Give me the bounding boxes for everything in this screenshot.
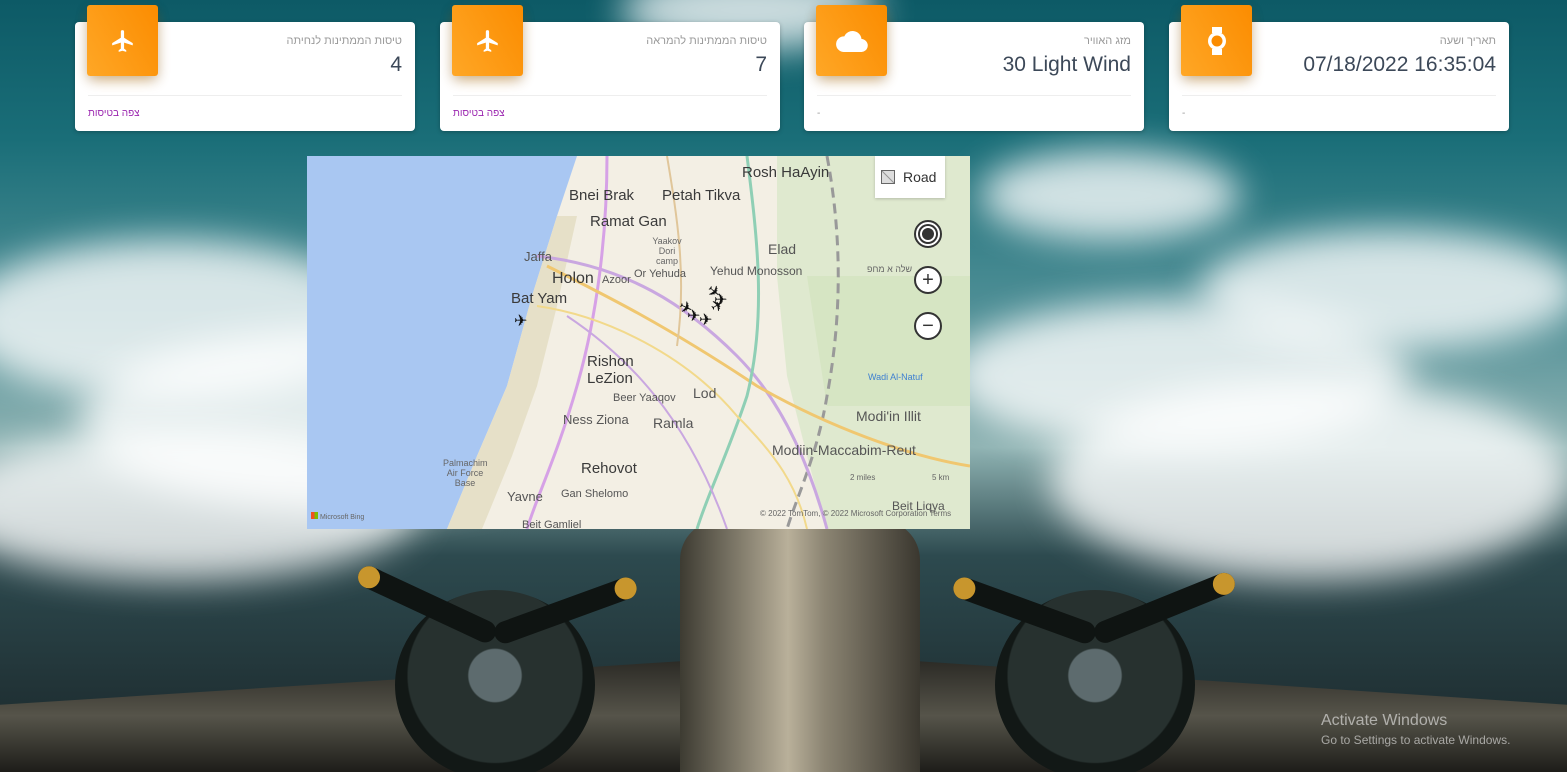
- map-city-label: Yaakov Dori camp: [652, 236, 682, 266]
- bing-label: Microsoft Bing: [319, 514, 365, 521]
- map-city-label: Modiin-Maccabim-Reut: [772, 442, 916, 458]
- card-weather: מזג האוויר 30 Light Wind -: [804, 5, 1144, 131]
- card-value: 4: [390, 53, 402, 76]
- scale-km: 5 km: [932, 473, 950, 482]
- road-style-icon: [881, 170, 895, 184]
- map-city-label: Lod: [693, 385, 717, 401]
- target-icon: [922, 228, 934, 240]
- map-city-label: Azoor: [602, 274, 631, 286]
- windows-logo-icon: [311, 512, 318, 519]
- map-city-label: Beit Gamliel: [522, 519, 582, 529]
- airplane-marker-icon[interactable]: ✈: [699, 310, 712, 330]
- map-city-label: Elad: [768, 241, 797, 257]
- card-value: 07/18/2022 16:35:04: [1303, 53, 1496, 76]
- scale-miles: 2 miles: [850, 473, 876, 482]
- map-city-label: Gan Shelomo: [561, 488, 629, 500]
- map-style-label: Road: [903, 169, 937, 185]
- map-city-label: Jaffa: [524, 249, 552, 264]
- map-city-label: Holon: [552, 270, 594, 287]
- card-category: תאריך ושעה: [1439, 35, 1496, 47]
- activate-windows-watermark: Activate Windows Go to Settings to activ…: [1321, 712, 1510, 747]
- view-flights-link[interactable]: צפה בטיסות: [88, 108, 140, 119]
- divider: [88, 95, 402, 96]
- flights-map[interactable]: Rosh HaAyin Bnei Brak Petah Tikva Ramat …: [307, 156, 970, 529]
- divider: [817, 95, 1131, 96]
- map-city-label: Ness Ziona: [563, 412, 629, 427]
- map-city-label: Rehovot: [581, 460, 637, 477]
- view-flights-link[interactable]: צפה בטיסות: [453, 108, 505, 119]
- card-footer: -: [1182, 108, 1186, 119]
- locate-me-button[interactable]: [914, 220, 942, 248]
- divider: [453, 95, 767, 96]
- map-city-label: Yavne: [507, 489, 543, 504]
- watch-icon: [1181, 5, 1252, 76]
- card-category: טיסות הממתינות לנחיתה: [286, 35, 402, 47]
- map-city-label: Modi'in Illit: [856, 408, 921, 424]
- map-city-label: Beer Yaaqov: [613, 392, 676, 404]
- airplane-icon: [87, 5, 158, 76]
- map-copyright[interactable]: © 2022 TomTom, © 2022 Microsoft Corporat…: [760, 509, 951, 518]
- divider: [1182, 95, 1496, 96]
- map-style-selector[interactable]: Road: [875, 156, 945, 198]
- activate-subtitle: Go to Settings to activate Windows.: [1321, 733, 1511, 747]
- zoom-in-button[interactable]: +: [914, 266, 942, 294]
- card-landing-flights: טיסות הממתינות לנחיתה 4 צפה בטיסות: [75, 5, 415, 131]
- airplane-icon: [452, 5, 523, 76]
- map-city-label: Rishon LeZion: [587, 353, 634, 387]
- minus-icon: −: [922, 314, 934, 337]
- card-category: טיסות הממתינות להמראה: [646, 35, 767, 47]
- bing-logo: Microsoft Bing: [311, 512, 364, 521]
- cloud-icon: [816, 5, 887, 76]
- card-category: מזג האוויר: [1083, 35, 1131, 47]
- map-city-label: Ramla: [653, 415, 694, 431]
- activate-title: Activate Windows: [1321, 712, 1448, 729]
- card-datetime: תאריך ושעה 07/18/2022 16:35:04 -: [1169, 5, 1509, 131]
- map-city-label: Bat Yam: [511, 290, 568, 307]
- map-city-label: Bnei Brak: [569, 187, 635, 204]
- map-city-label: Yehud Monosson: [710, 264, 803, 278]
- plus-icon: +: [922, 268, 934, 291]
- map-city-label: Wadi Al-Natuf: [868, 372, 923, 382]
- airplane-marker-icon[interactable]: ✈: [514, 311, 527, 331]
- card-value: 7: [755, 53, 767, 76]
- zoom-out-button[interactable]: −: [914, 312, 942, 340]
- map-city-label: שלה א מחפ: [867, 264, 913, 274]
- map-city-label: Petah Tikva: [662, 187, 741, 204]
- map-city-label: Rosh HaAyin: [742, 164, 830, 181]
- card-footer: -: [817, 108, 821, 119]
- map-city-label: Palmachim Air Force Base: [443, 458, 488, 488]
- map-city-label: Ramat Gan: [590, 213, 667, 230]
- card-value: 30 Light Wind: [1002, 53, 1131, 76]
- map-city-label: Or Yehuda: [634, 268, 686, 280]
- card-takeoff-flights: טיסות הממתינות להמראה 7 צפה בטיסות: [440, 5, 780, 131]
